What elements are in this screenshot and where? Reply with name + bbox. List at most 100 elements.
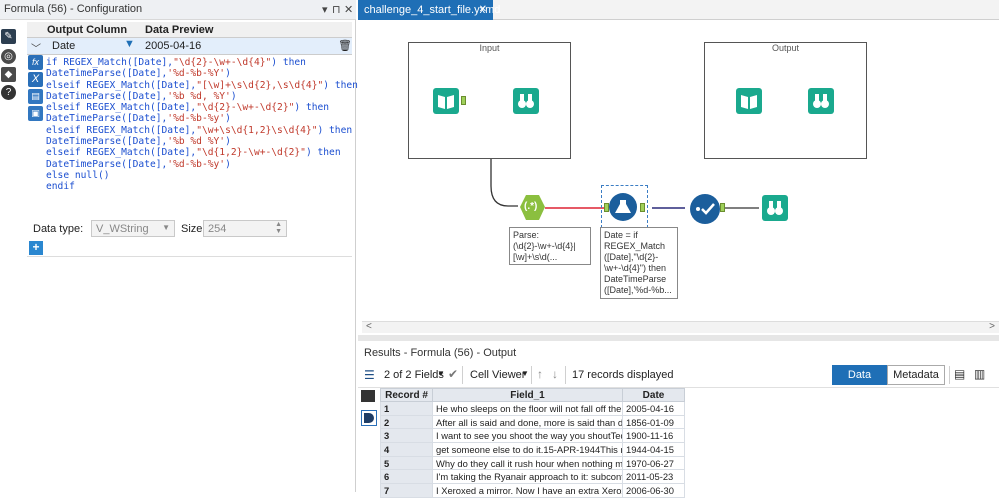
expression-code: DateTimeParse([Date], [46,158,168,170]
table-row[interactable]: 2 After all is said and done, more is sai… [380,414,685,430]
tab-close-icon[interactable]: ✕ [479,4,487,15]
date-cell[interactable]: 1856-01-09 [622,414,685,430]
field1-cell[interactable]: I'm taking the Ryanair approach to it: s… [432,469,623,485]
table-row[interactable]: 3I want to see you shoot the way you sho… [380,428,685,444]
chevron-down-icon[interactable]: ▼ [521,369,529,378]
dropdown-icon[interactable]: ▾ [322,3,328,16]
results-toolbar: ☰ 2 of 2 Fields ▼ ✔ Cell Viewer ▼ ↑ ↓ 17… [358,362,999,388]
save-icon[interactable]: ▥ [974,367,985,381]
column-header-record[interactable]: Record # [380,388,433,402]
table-row[interactable]: 1 He who sleeps on the floor will not fal… [380,401,685,416]
sort-down-icon[interactable]: ↓ [552,367,558,381]
pane-splitter[interactable] [358,335,999,341]
delete-icon[interactable]: 🗑 [338,39,352,52]
metadata-tab-button[interactable]: Metadata [887,365,945,385]
output-column-select[interactable]: Date [52,40,75,52]
field1-cell[interactable]: He who sleeps on the floor will not fall… [432,401,623,416]
table-row[interactable]: 6 I'm taking the Ryanair approach to it: … [380,469,685,485]
input-anchor[interactable] [604,203,609,212]
formula-flask-icon[interactable] [609,193,637,221]
data-tab-button[interactable]: Data [832,365,887,385]
field1-cell[interactable]: I Xeroxed a mirror. Now I have an extra … [432,483,623,498]
expression-line: endif [46,181,352,192]
select-arrow-icon[interactable]: ▼ [124,38,135,50]
record-number-cell[interactable]: 4 [380,442,433,457]
input-node-icon[interactable] [361,390,375,402]
collapse-chevron-icon[interactable]: ﹀ [31,40,41,55]
table-row[interactable]: 4 get someone else to do it.15-APR-1944Th… [380,442,685,457]
expression-string: '%d-%b-%y' [167,113,226,125]
date-cell[interactable]: 2006-06-30 [622,483,685,498]
field1-cell[interactable]: I want to see you shoot the way you shou… [432,428,623,444]
size-label: Size: [181,223,206,235]
pin-icon[interactable]: ⊓ [332,3,341,16]
output-container[interactable]: Output [704,42,867,159]
annotation-line: DateTimeParse [604,274,667,284]
scroll-right-icon[interactable]: > [989,321,995,332]
date-cell[interactable]: 1944-04-15 [622,442,685,457]
help-icon[interactable]: ? [1,85,16,100]
browse-binoculars-icon[interactable] [808,88,834,114]
input-book-icon[interactable] [433,88,459,114]
record-number-cell[interactable]: 5 [380,455,433,471]
input-book-icon[interactable] [736,88,762,114]
close-icon[interactable]: ✕ [344,3,353,16]
column-header-date[interactable]: Date [622,388,685,402]
expression-string: "\w+\s\d{1,2}\s\d{4}" [196,124,318,136]
browse-binoculars-icon[interactable] [513,88,539,114]
datatype-select[interactable]: V_WString ▼ [91,220,175,237]
field1-cell[interactable]: Why do they call it rush hour when nothi… [432,455,623,471]
formula-row[interactable]: ﹀ Date ▼ 2005-04-16 🗑 [27,38,352,55]
field1-cell[interactable]: After all is said and done, more is said… [432,414,623,430]
expression-code: elseif REGEX_Match([Date], [46,124,197,136]
checkmark-icon[interactable]: ✔ [448,367,458,381]
fields-selector[interactable]: 2 of 2 Fields [384,369,444,381]
chevron-down-icon[interactable]: ▼ [437,369,445,378]
list-view-icon[interactable]: ☰ [364,368,375,382]
output-anchor[interactable] [720,203,725,212]
record-number-cell[interactable]: 3 [380,428,433,444]
column-header-field1[interactable]: Field_1 [432,388,623,402]
date-cell[interactable]: 2011-05-23 [622,469,685,485]
date-cell[interactable]: 1900-11-16 [622,428,685,444]
size-input[interactable]: 254 ▲ ▼ [203,220,287,237]
record-number-cell[interactable]: 1 [380,401,433,416]
expression-code: DateTimeParse([Date], [46,90,168,102]
scroll-left-icon[interactable]: < [366,321,372,332]
record-number-cell[interactable]: 2 [380,414,433,430]
save-icon[interactable]: ▣ [28,106,43,121]
expression-code: endif [46,181,75,193]
date-cell[interactable]: 1970-06-27 [622,455,685,471]
sort-up-icon[interactable]: ↑ [537,367,543,381]
tag-icon[interactable]: ◆ [1,67,16,82]
record-number-cell[interactable]: 6 [380,469,433,485]
select-check-icon[interactable] [690,194,720,224]
field1-cell[interactable]: get someone else to do it.15-APR-1944Thi… [432,442,623,457]
wrench-icon[interactable]: ✎ [1,29,16,44]
regex-tool-icon[interactable]: (.*) [519,194,546,221]
data-preview-value: 2005-04-16 [145,40,202,52]
stepper-icon[interactable]: ▲ ▼ [275,221,282,235]
function-icon[interactable]: fx [28,55,43,70]
annotation-line: ([Date],"\d{2}- [604,252,659,262]
cell-viewer-select[interactable]: Cell Viewer [470,369,525,381]
output-anchor[interactable] [640,203,645,212]
copy-icon[interactable]: ▤ [954,367,965,381]
tab-workflow[interactable]: challenge_4_start_file.yxmd ✕ [358,0,500,20]
add-formula-button[interactable]: + [29,241,43,255]
table-row[interactable]: 5 Why do they call it rush hour when noth… [380,455,685,471]
browse-binoculars-icon[interactable] [762,195,788,221]
expression-editor[interactable]: if REGEX_Match([Date],"\d{2}-\w+-\d{4}")… [46,57,358,207]
navigate-icon[interactable]: ◎ [1,49,16,64]
record-number-cell[interactable]: 7 [380,483,433,498]
canvas-horizontal-scrollbar[interactable]: < > [362,321,999,333]
expression-code: ) then [294,102,330,114]
table-row[interactable]: 7I Xeroxed a mirror. Now I have an extra… [380,483,685,498]
workflow-canvas[interactable]: Input Output (.*) Parse: (\d{2}-\w+-\d{4… [358,21,999,321]
date-cell[interactable]: 2005-04-16 [622,401,685,416]
annotation-line: ([Date],'%d-%b... [604,285,672,295]
output-anchor[interactable] [461,96,466,105]
output-node-icon[interactable] [361,410,377,426]
variables-icon[interactable]: X [28,72,43,87]
saved-expressions-icon[interactable]: ▤ [28,89,43,104]
